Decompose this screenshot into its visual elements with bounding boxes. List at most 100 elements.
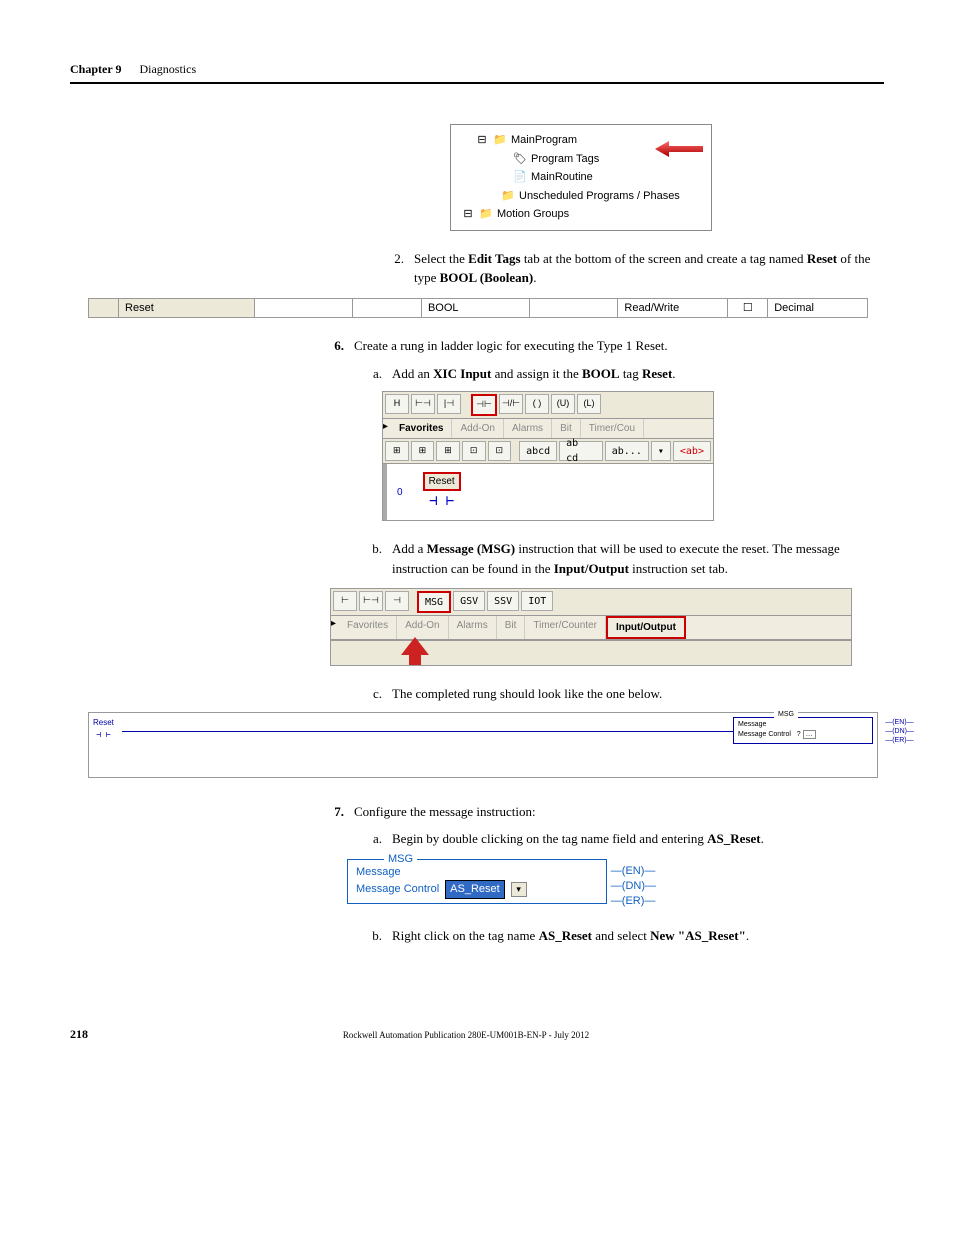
toolbar-1: H ⊢⊣ |⊣ ⊣⊢ ⊣/⊢ ( ) (U) (L) bbox=[383, 392, 713, 419]
t: Message Control bbox=[356, 881, 439, 898]
tree-item-unscheduled: 📁 Unscheduled Programs / Phases bbox=[461, 187, 701, 206]
sub-marker: b. bbox=[368, 539, 382, 578]
tree-item-motion-groups: ⊟ 📁 Motion Groups bbox=[461, 205, 701, 224]
toolbar-btn: ⊢⊣ bbox=[411, 394, 435, 414]
toolbar-btn: <ab> bbox=[673, 441, 711, 461]
page-header: Chapter 9 Diagnostics bbox=[70, 60, 884, 84]
t: instruction set tab. bbox=[629, 561, 728, 576]
t: Add an bbox=[392, 366, 433, 381]
tree-label: MainProgram bbox=[511, 132, 577, 149]
program-tree-figure: ⊟ 📁 MainProgram 🏷 Program Tags 📄 MainRou… bbox=[450, 124, 712, 231]
t: . bbox=[746, 928, 749, 943]
msg-tag-dropdown[interactable]: AS_Reset bbox=[445, 880, 505, 899]
tag-style-cell: Decimal bbox=[768, 298, 868, 318]
toolbar-btn: IOT bbox=[521, 591, 553, 611]
ladder-rung: 0 Reset ⊣ ⊢ bbox=[383, 464, 713, 520]
t: New "AS_Reset" bbox=[650, 928, 746, 943]
tab-input-output: Input/Output bbox=[606, 616, 686, 639]
tag-access-cell: Read/Write bbox=[618, 298, 728, 318]
step-text: Configure the message instruction: bbox=[354, 802, 536, 822]
msg-config-box: MSG Message Message Control AS_Reset ▾ —… bbox=[347, 859, 607, 904]
toolbar-btn-msg: MSG bbox=[417, 591, 451, 613]
t: Add a bbox=[392, 541, 427, 556]
ladder-editor-figure-1: H ⊢⊣ |⊣ ⊣⊢ ⊣/⊢ ( ) (U) (L) ▸ Favorites A… bbox=[382, 391, 714, 521]
tag-name-cell: Reset bbox=[119, 298, 255, 318]
tab-favorites: Favorites bbox=[391, 419, 452, 438]
toolbar-2: ⊞ ⊞ ⊞ ⊡ ⊡ abcd ab cd ab... ▾ <ab> bbox=[383, 439, 713, 464]
t: (ER) bbox=[622, 895, 645, 907]
xic-label: Reset bbox=[93, 717, 114, 729]
step-6a: a. Add an XIC Input and assign it the BO… bbox=[368, 364, 884, 384]
tree-label: MainRoutine bbox=[531, 169, 593, 186]
t: (DN) bbox=[622, 880, 645, 892]
t: . bbox=[533, 270, 536, 285]
msg-instruction-block: MSG Message Message Control ? … —(EN)— —… bbox=[733, 717, 873, 744]
step-number: 7. bbox=[330, 802, 344, 822]
chapter-title: Diagnostics bbox=[139, 60, 196, 78]
t: . bbox=[672, 366, 675, 381]
step-text: Select the Edit Tags tab at the bottom o… bbox=[414, 249, 884, 288]
tag-checkbox: ☐ bbox=[728, 298, 768, 318]
toolbar-3: ⊢ ⊢⊣ ⊣ MSG GSV SSV IOT bbox=[331, 589, 851, 616]
tree-label: Motion Groups bbox=[497, 206, 569, 223]
tab-timer: Timer/Counter bbox=[525, 616, 606, 639]
step-7: 7. Configure the message instruction: bbox=[330, 802, 884, 822]
sub-text: Right click on the tag name AS_Reset and… bbox=[392, 926, 749, 946]
t: Begin by double clicking on the tag name… bbox=[392, 831, 707, 846]
ladder-editor-figure-2: ⊢ ⊢⊣ ⊣ MSG GSV SSV IOT ▸ Favorites Add-O… bbox=[330, 588, 852, 666]
tree-label: Program Tags bbox=[531, 151, 599, 168]
toolbar-btn-xic: ⊣⊢ bbox=[471, 394, 497, 416]
xic-tag-label: Reset bbox=[423, 472, 461, 491]
sub-marker: a. bbox=[368, 364, 382, 384]
toolbar-btn: GSV bbox=[453, 591, 485, 611]
dropdown-value: AS_Reset bbox=[450, 881, 500, 898]
sub-marker: a. bbox=[368, 829, 382, 849]
t: XIC Input bbox=[433, 366, 491, 381]
publication-info: Rockwell Automation Publication 280E-UM0… bbox=[343, 1029, 589, 1043]
red-arrow-up-icon bbox=[401, 637, 429, 665]
page-number: 218 bbox=[70, 1025, 88, 1043]
minus-icon: ⊟ bbox=[475, 134, 489, 146]
routine-icon: 📄 bbox=[513, 171, 527, 183]
t: BOOL bbox=[582, 366, 620, 381]
rung-number: 0 bbox=[397, 485, 403, 500]
toolbar-btn: ⊣/⊢ bbox=[499, 394, 523, 414]
folder-icon: 📁 bbox=[493, 134, 507, 146]
step-text: Create a rung in ladder logic for execut… bbox=[354, 336, 668, 356]
toolbar-btn: ( ) bbox=[525, 394, 549, 414]
t: Select the bbox=[414, 251, 468, 266]
toolbar-btn: H bbox=[385, 394, 409, 414]
xic-element: Reset ⊣ ⊢ bbox=[423, 472, 461, 512]
t: Reset bbox=[642, 366, 672, 381]
toolbar-btn: ⊣ bbox=[385, 591, 409, 611]
msg-config-title: MSG bbox=[384, 851, 417, 868]
tag-type-cell: BOOL bbox=[421, 298, 529, 318]
sub-marker: b. bbox=[368, 926, 382, 946]
t: Input/Output bbox=[554, 561, 629, 576]
red-arrow-icon bbox=[655, 141, 703, 157]
t: (ER) bbox=[892, 737, 906, 744]
step-number: 2. bbox=[390, 249, 404, 288]
chevron-down-icon[interactable]: ▾ bbox=[511, 882, 527, 898]
msg-line: Message Control ? … bbox=[738, 730, 868, 741]
step-2: 2. Select the Edit Tags tab at the botto… bbox=[390, 249, 884, 288]
tab-bit: Bit bbox=[497, 616, 526, 639]
page-footer: 218 Rockwell Automation Publication 280E… bbox=[70, 1025, 884, 1043]
tab-addon: Add-On bbox=[452, 419, 503, 438]
t: Right click on the tag name bbox=[392, 928, 539, 943]
toolbar-btn: (U) bbox=[551, 394, 575, 414]
toolbar-btn: ⊡ bbox=[462, 441, 486, 461]
step-6b: b. Add a Message (MSG) instruction that … bbox=[368, 539, 884, 578]
toolbar-btn: ▾ bbox=[651, 441, 671, 461]
toolbar-btn: ⊢ bbox=[333, 591, 357, 611]
msg-config-figure: MSG Message Message Control AS_Reset ▾ —… bbox=[347, 859, 607, 904]
toolbar-btn: ⊡ bbox=[488, 441, 512, 461]
chapter-label: Chapter 9 bbox=[70, 60, 121, 78]
toolbar-btn: ab... bbox=[605, 441, 649, 461]
toolbar-btn: ⊞ bbox=[411, 441, 435, 461]
t: AS_Reset bbox=[539, 928, 592, 943]
t: BOOL (Boolean) bbox=[440, 270, 534, 285]
toolbar-btn: |⊣ bbox=[437, 394, 461, 414]
sub-text: The completed rung should look like the … bbox=[392, 684, 662, 704]
sub-text: Begin by double clicking on the tag name… bbox=[392, 829, 764, 849]
